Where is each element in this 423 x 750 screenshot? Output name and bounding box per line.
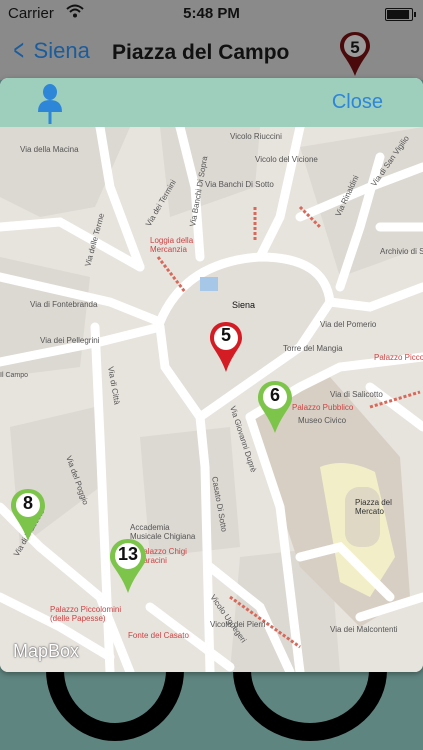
svg-text:Vicolo del Vicione: Vicolo del Vicione <box>255 155 318 164</box>
marker-number: 13 <box>117 544 139 564</box>
svg-text:Siena: Siena <box>232 300 255 310</box>
back-button-label: Siena <box>33 38 90 63</box>
marker-number: 6 <box>269 385 280 405</box>
map-marker-5[interactable]: 5 <box>208 320 244 374</box>
person-pin-icon <box>38 84 62 124</box>
back-button[interactable]: < Siena <box>10 34 90 67</box>
map-modal: Close Siena Torre del Mangia Palazzo Pub… <box>0 78 423 672</box>
svg-text:Palazzo Pubblico: Palazzo Pubblico <box>292 403 354 412</box>
status-time: 5:48 PM <box>183 5 240 22</box>
svg-text:Via di Salicotto: Via di Salicotto <box>330 390 383 399</box>
battery-icon <box>385 8 416 21</box>
map-marker-13[interactable]: 13 <box>108 537 148 595</box>
svg-text:Archivio di Stato: Archivio di Stato <box>380 247 423 256</box>
svg-text:Palazzo Piccolomini: Palazzo Piccolomini <box>374 353 423 362</box>
svg-text:Via della Macina: Via della Macina <box>20 145 79 154</box>
marker-number: 8 <box>22 493 33 513</box>
modal-header: Close <box>0 78 423 127</box>
svg-text:Via del Pomerio: Via del Pomerio <box>320 320 377 329</box>
svg-text:Fonte del Casato: Fonte del Casato <box>128 631 189 640</box>
svg-text:Via dei Malcontenti: Via dei Malcontenti <box>330 625 398 634</box>
map-marker-8[interactable]: 8 <box>9 487 47 543</box>
svg-text:Il Campo: Il Campo <box>0 372 28 379</box>
page-title: Piazza del Campo <box>112 41 290 64</box>
svg-text:Vicolo Riuccini: Vicolo Riuccini <box>230 132 282 141</box>
svg-text:Via di Fontebranda: Via di Fontebranda <box>30 300 98 309</box>
map-attribution: MapBox <box>13 641 80 661</box>
navigation-bar: < Siena Piazza del Campo 5 <box>0 28 423 80</box>
chevron-left-icon: < <box>13 34 25 67</box>
svg-text:Via Banchi Di Sotto: Via Banchi Di Sotto <box>205 180 274 189</box>
map-view[interactable]: Siena Torre del Mangia Palazzo Pubblico … <box>0 122 423 672</box>
status-bar: Carrier 5:48 PM <box>0 0 423 28</box>
close-button[interactable]: Close <box>332 91 383 114</box>
map-pin-icon[interactable]: 5 <box>338 30 372 83</box>
user-location-button[interactable] <box>34 82 66 126</box>
svg-text:Via dei Pellegrini: Via dei Pellegrini <box>40 336 100 345</box>
svg-text:5: 5 <box>350 38 359 57</box>
map-tiles: Siena Torre del Mangia Palazzo Pubblico … <box>0 122 423 672</box>
svg-text:Torre del Mangia: Torre del Mangia <box>283 344 343 353</box>
map-marker-6[interactable]: 6 <box>256 379 294 435</box>
marker-number: 5 <box>220 325 231 345</box>
svg-text:Museo Civico: Museo Civico <box>298 416 347 425</box>
